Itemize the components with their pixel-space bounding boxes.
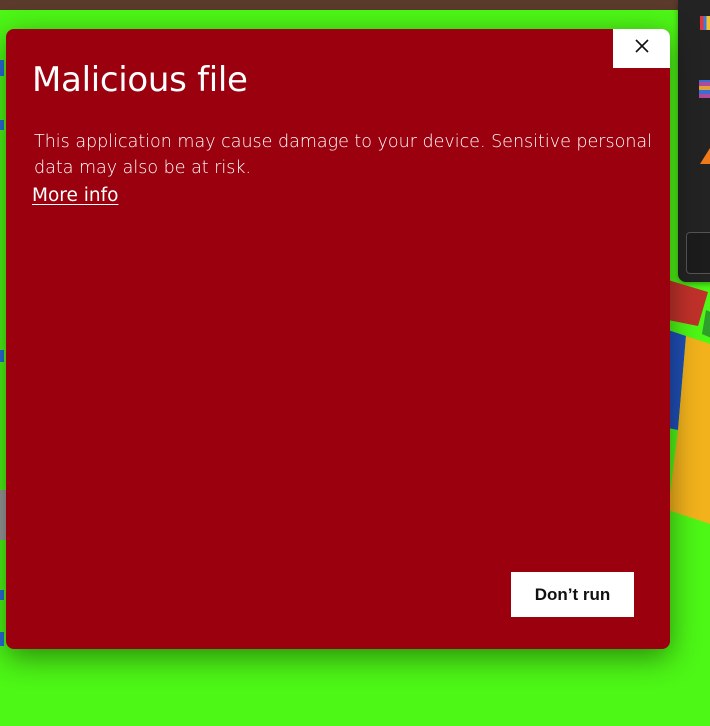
background-window-field bbox=[686, 232, 710, 274]
malicious-file-dialog: Malicious file This application may caus… bbox=[6, 29, 670, 649]
dialog-message: This application may cause damage to you… bbox=[34, 132, 653, 178]
background-app-icon bbox=[700, 16, 710, 30]
windows-logo-wallpaper bbox=[668, 280, 710, 530]
dont-run-button[interactable]: Don’t run bbox=[511, 572, 634, 617]
background-vlc-icon bbox=[700, 148, 710, 164]
more-info-link[interactable]: More info bbox=[32, 183, 118, 209]
dialog-title: Malicious file bbox=[32, 60, 248, 100]
background-archive-icon bbox=[699, 80, 710, 98]
close-icon bbox=[634, 39, 649, 58]
background-window-edge bbox=[0, 0, 710, 10]
close-button[interactable] bbox=[613, 29, 670, 68]
